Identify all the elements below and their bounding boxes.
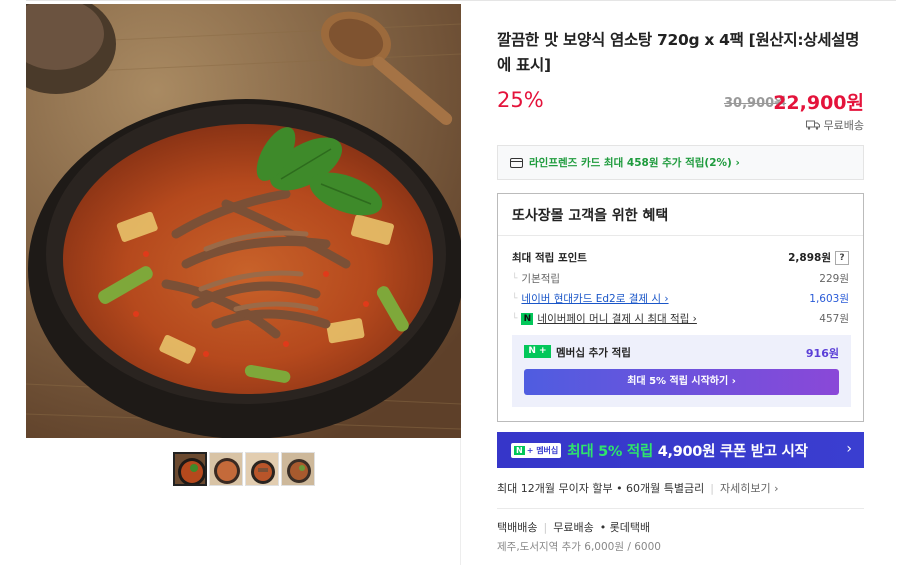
thumbnail-3[interactable]	[245, 452, 279, 486]
npay-money-link[interactable]: 네이버페이 머니 결제 시 최대 적립 ›	[537, 311, 696, 326]
credit-card-icon	[510, 157, 523, 168]
separator: |	[710, 481, 714, 495]
sale-price: 22,900원	[773, 92, 864, 114]
membership-value: 916원	[805, 347, 839, 360]
coupon-highlight: 최대 5% 적립	[567, 443, 653, 460]
chevron-right-icon: ›	[846, 441, 852, 457]
divider	[497, 508, 864, 509]
soup-illustration	[26, 4, 461, 438]
free-shipping-badge: 무료배송	[805, 117, 864, 133]
elbow-icon: └	[512, 293, 518, 304]
product-gallery	[26, 4, 461, 565]
naver-plus-membership-badge: N + 멤버십	[511, 442, 562, 458]
coupon-text: 4,900원 쿠폰 받고 시작	[657, 443, 808, 460]
max-point-row: 최대 적립 포인트 2,898원 ?	[512, 250, 849, 265]
delivery-fee: 무료배송	[553, 521, 594, 534]
question-icon[interactable]: ?	[835, 250, 849, 265]
naver-pay-icon: N	[521, 312, 534, 325]
benefit-row-label: 기본적립	[521, 273, 561, 285]
membership-label: 멤버십 추가 적립	[556, 347, 631, 359]
benefit-box: 또사장몰 고객을 위한 혜택 최대 적립 포인트 2,898원 ? └ 기본적립 …	[497, 193, 864, 422]
hyundai-card-link[interactable]: 네이버 현대카드 Ed2로 결제 시 ›	[521, 291, 668, 306]
membership-start-button[interactable]: 최대 5% 적립 시작하기 ›	[524, 369, 839, 395]
benefit-row-value: 229원	[819, 273, 849, 285]
benefit-row-basic: └ 기본적립 229원	[512, 271, 849, 286]
badge-text: + 멤버십	[526, 445, 559, 455]
thumbnail-strip	[173, 452, 315, 486]
membership-coupon-banner[interactable]: N + 멤버십 최대 5% 적립 4,900원 쿠폰 받고 시작 ›	[497, 432, 864, 468]
free-shipping-label: 무료배송	[823, 119, 864, 132]
benefit-row-npay-money: └ N 네이버페이 머니 결제 시 최대 적립 › 457원	[512, 311, 849, 326]
main-product-image[interactable]	[26, 4, 461, 438]
installment-info: 최대 12개월 무이자 할부 • 60개월 특별금리 | 자세히보기 ›	[497, 480, 778, 496]
naver-plus-icon: N +	[524, 345, 551, 358]
membership-box: N + 멤버십 추가 적립 916원 최대 5% 적립 시작하기 ›	[512, 335, 851, 407]
max-point-label: 최대 적립 포인트	[512, 252, 587, 264]
details-link[interactable]: 자세히보기 ›	[720, 480, 779, 496]
truck-icon	[805, 120, 820, 130]
installment-text: 최대 12개월 무이자 할부 • 60개월 특별금리	[497, 482, 705, 495]
elbow-icon: └	[512, 273, 518, 284]
extra-shipping-fee: 제주,도서지역 추가 6,000원 / 6000	[497, 541, 661, 553]
delivery-info: 택배배송 | 무료배송 • 롯데택배	[497, 519, 650, 535]
product-title: 깔끔한 맛 보양식 염소탕 720g x 4팩 [원산지:상세설명에 표시]	[497, 31, 860, 74]
max-point-value: 2,898원	[788, 252, 831, 264]
discount-rate: 25%	[497, 88, 544, 112]
card-benefit-banner[interactable]: 라인프렌즈 카드 최대 458원 추가 적립(2%) ›	[497, 145, 864, 180]
thumbnail-1[interactable]	[173, 452, 207, 486]
benefit-title: 또사장몰 고객을 위한 혜택	[512, 208, 669, 224]
elbow-icon: └	[512, 313, 518, 324]
benefit-row-value: 457원	[819, 313, 849, 325]
delivery-method: 택배배송	[497, 521, 538, 534]
card-benefit-text: 라인프렌즈 카드 최대 458원 추가 적립(2%) ›	[529, 157, 740, 169]
benefit-row-value: 1,603원	[809, 293, 849, 305]
divider	[498, 235, 863, 236]
benefit-row-hyundai-card: └ 네이버 현대카드 Ed2로 결제 시 › 1,603원	[512, 291, 849, 306]
naver-n-icon: N	[514, 445, 525, 455]
thumbnail-4[interactable]	[281, 452, 315, 486]
thumbnail-2[interactable]	[209, 452, 243, 486]
delivery-carrier: • 롯데택배	[599, 521, 651, 534]
separator: |	[543, 520, 548, 534]
